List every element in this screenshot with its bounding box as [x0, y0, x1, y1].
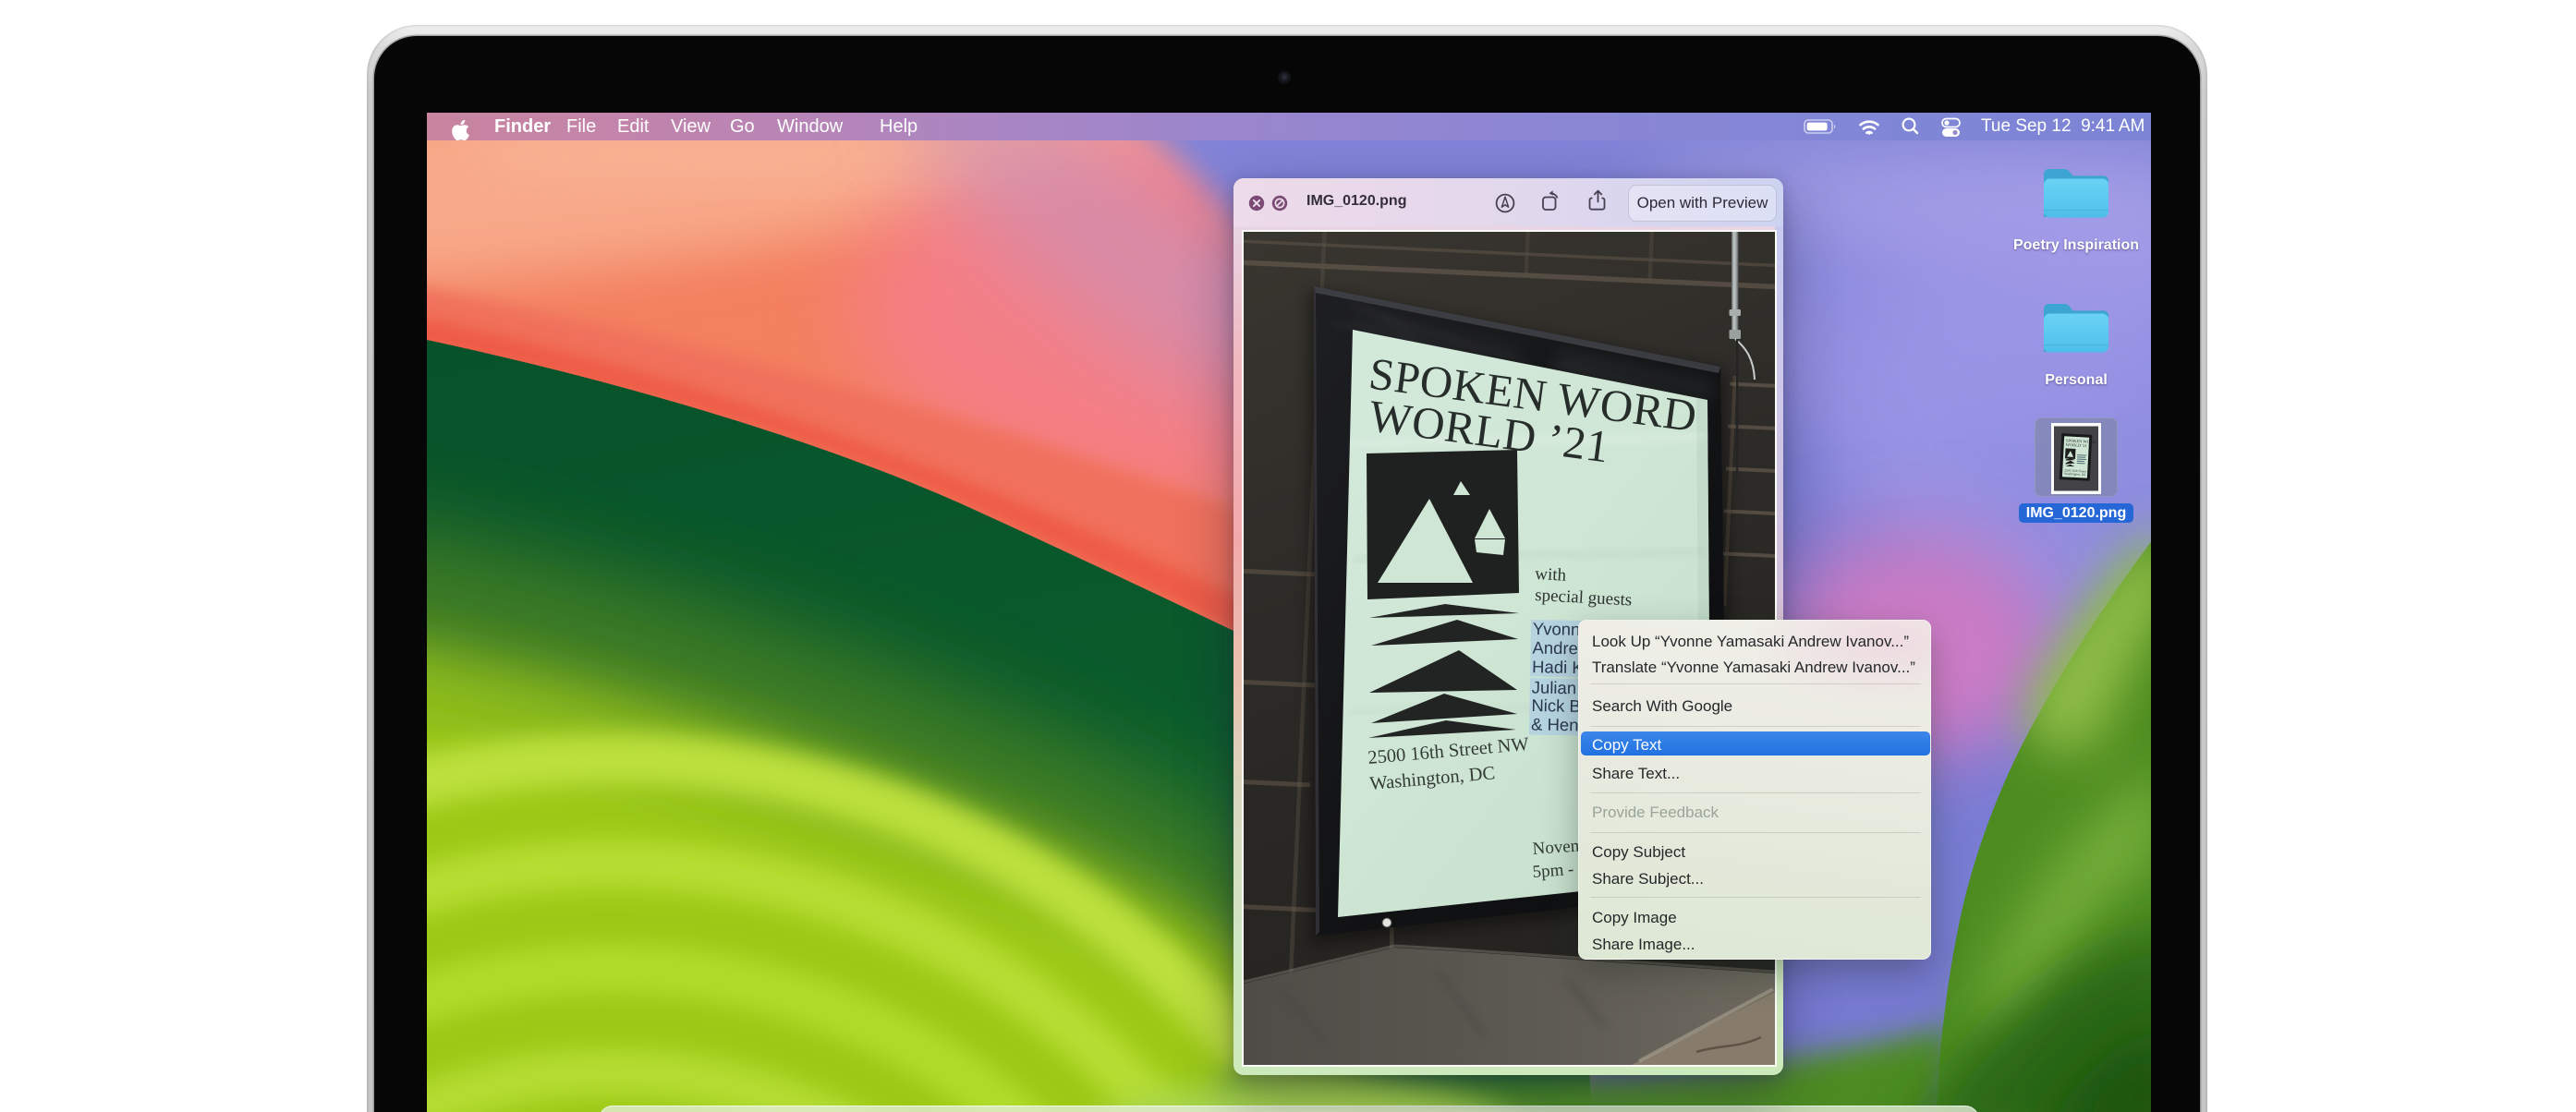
- svg-text:with: with: [1535, 564, 1567, 586]
